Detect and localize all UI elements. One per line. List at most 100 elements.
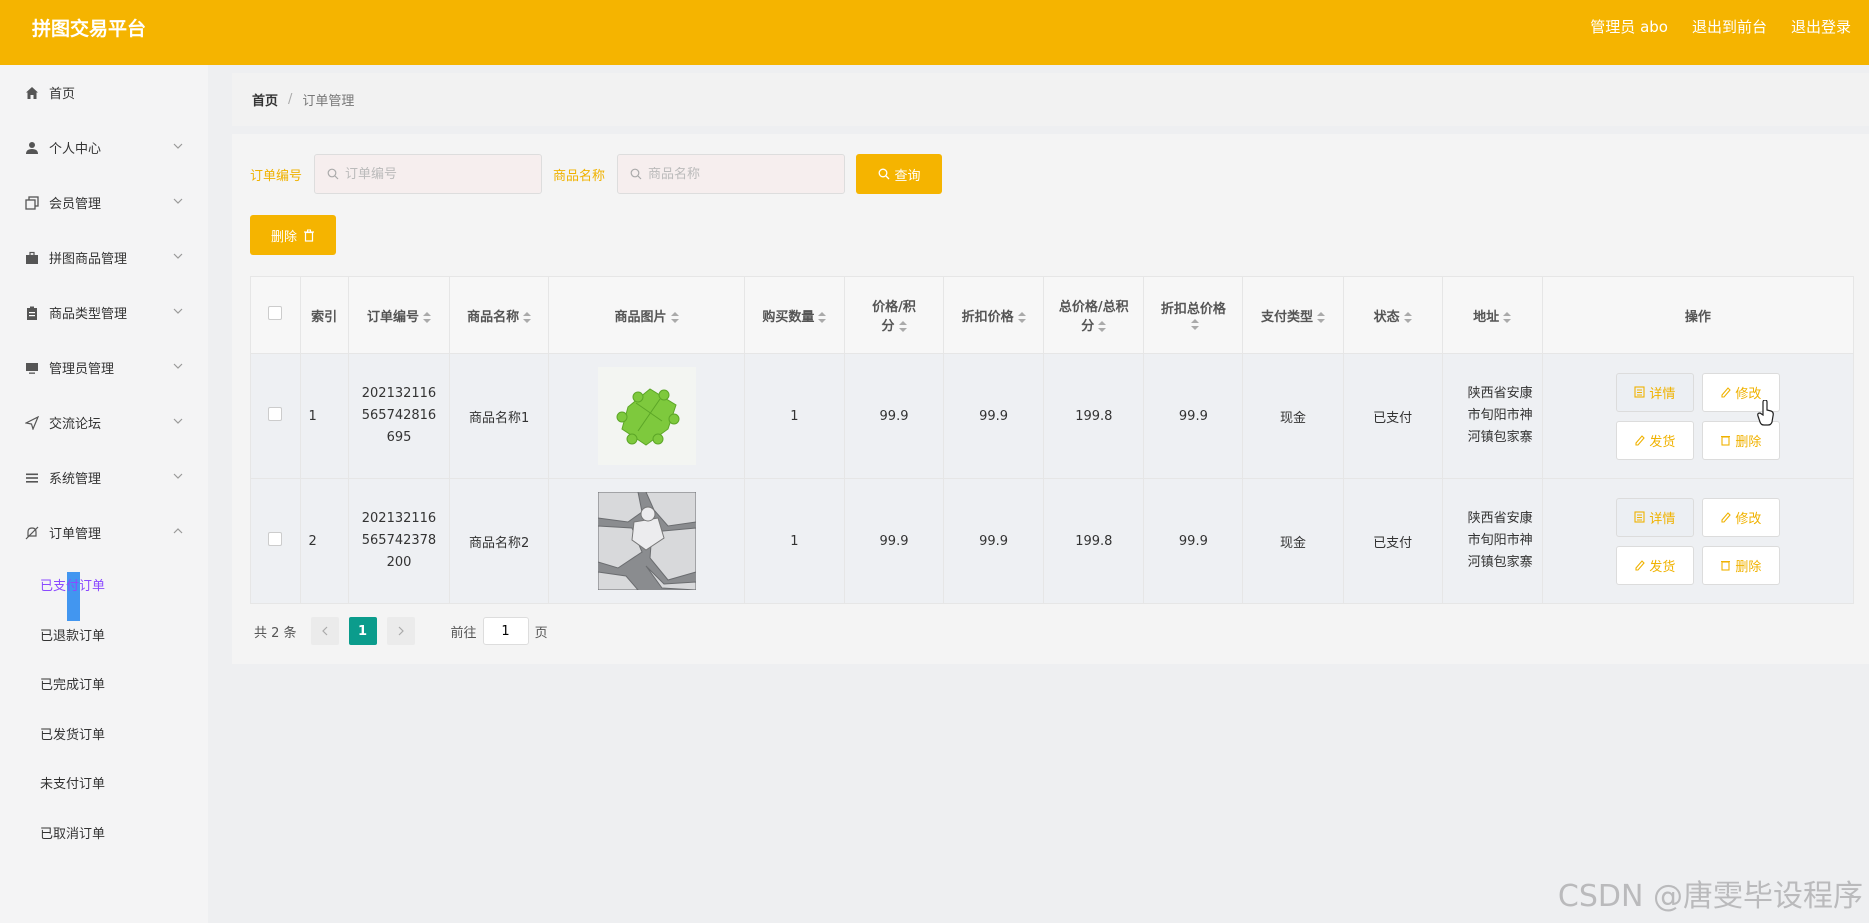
product-name-input[interactable] (648, 166, 829, 182)
copy-icon (24, 195, 40, 211)
chevron-down-icon (173, 143, 183, 149)
send-icon (24, 415, 40, 431)
table-header-row: 索引 订单编号 商品名称 商品图片 购买数量 价格/积分 折扣价格 总价格/总积… (250, 276, 1855, 354)
sidebar-item-label: 订单管理 (49, 527, 102, 542)
sidebar-subitem-cancelled-orders[interactable]: 已取消订单 (0, 808, 208, 858)
header-status[interactable]: 状态 (1342, 276, 1443, 354)
sidebar-item-system[interactable]: 系统管理 (0, 450, 208, 505)
hand-cursor-icon (1757, 400, 1774, 426)
breadcrumb-home[interactable]: 首页 (252, 90, 278, 109)
bell-off-icon (24, 525, 40, 541)
cell-address: 陕西省安康 市旬阳市神 河镇包家寨 (1441, 353, 1543, 479)
select-all-checkbox[interactable] (268, 306, 283, 320)
cell-index: 2 (299, 478, 349, 604)
ship-button[interactable]: 发货 (1615, 545, 1694, 585)
sidebar-subitem-label: 已取消订单 (40, 826, 106, 842)
next-page-button[interactable] (386, 617, 415, 645)
sidebar-item-orders[interactable]: 订单管理 (0, 505, 208, 560)
order-no-field[interactable] (314, 154, 543, 194)
address-line: 陕西省安康 (1467, 386, 1533, 401)
detail-button[interactable]: 详情 (1615, 372, 1694, 412)
header-discount-price-label: 折扣价格 (961, 309, 1014, 325)
sort-icon[interactable] (1098, 321, 1107, 332)
logout-link[interactable]: 退出登录 (1791, 16, 1851, 37)
detail-button[interactable]: 详情 (1615, 497, 1694, 537)
header-product-image[interactable]: 商品图片 (548, 276, 745, 354)
chevron-down-icon (173, 198, 183, 204)
product-name-field[interactable] (617, 154, 846, 194)
pagination-total: 共 2 条 (254, 625, 297, 641)
search-icon (327, 168, 339, 180)
header-order-no[interactable]: 订单编号 (347, 276, 451, 354)
sidebar-item-product-types[interactable]: 商品类型管理 (0, 285, 208, 340)
pagination: 共 2 条 1 前往 页 (254, 617, 548, 645)
sort-icon[interactable] (523, 311, 532, 323)
cell-status: 已支付 (1342, 353, 1443, 479)
header-price[interactable]: 价格/积分 (844, 276, 945, 354)
header-discount-price[interactable]: 折扣价格 (943, 276, 1045, 354)
header-price-label-2: 分 (881, 319, 895, 334)
sort-icon[interactable] (898, 321, 907, 332)
cell-quantity: 1 (743, 353, 846, 479)
monitor-icon (24, 360, 40, 376)
header-discount-total[interactable]: 折扣总价格 (1143, 276, 1244, 354)
header-pay-type[interactable]: 支付类型 (1242, 276, 1344, 354)
header-product-name[interactable]: 商品名称 (449, 276, 550, 354)
batch-delete-label: 删除 (270, 229, 297, 245)
header-total[interactable]: 总价格/总积分 (1043, 276, 1145, 354)
sidebar-item-label: 管理员管理 (49, 362, 115, 377)
order-no-input[interactable] (345, 166, 526, 182)
sidebar-item-personal-center[interactable]: 个人中心 (0, 120, 208, 175)
cell-total: 199.8 (1043, 478, 1145, 604)
sidebar-subitem-label: 已支付订单 (40, 579, 106, 595)
row-select-cell (250, 478, 301, 604)
sidebar-item-home[interactable]: 首页 (0, 65, 208, 120)
edit-button[interactable]: 修改 (1701, 497, 1780, 537)
goto-page-input[interactable] (482, 617, 529, 645)
header-quantity[interactable]: 购买数量 (743, 276, 846, 354)
query-button[interactable]: 查询 (856, 154, 943, 194)
user-icon (24, 140, 40, 156)
goto-page: 前往 页 (451, 617, 548, 645)
cell-price: 99.9 (844, 478, 945, 604)
sidebar-item-puzzle-products[interactable]: 拼图商品管理 (0, 230, 208, 285)
row-checkbox[interactable] (268, 532, 283, 546)
header-quantity-label: 购买数量 (762, 309, 815, 325)
address-line: 市旬阳市神 (1467, 533, 1533, 548)
sidebar-subitem-refunded-orders[interactable]: 已退款订单 (0, 610, 208, 660)
sort-icon[interactable] (1503, 311, 1512, 323)
sort-icon[interactable] (818, 311, 827, 323)
sort-icon[interactable] (1191, 319, 1200, 330)
sort-icon[interactable] (1316, 311, 1325, 323)
sidebar-subitem-completed-orders[interactable]: 已完成订单 (0, 659, 208, 709)
cell-discount-total: 99.9 (1143, 353, 1244, 479)
address-line: 河镇包家寨 (1467, 430, 1533, 445)
order-no-line: 565742378 (361, 533, 437, 548)
prev-page-button[interactable] (310, 617, 339, 645)
ship-button-label: 发货 (1649, 559, 1676, 575)
sort-icon[interactable] (1017, 311, 1026, 323)
header-address[interactable]: 地址 (1441, 276, 1543, 354)
sort-icon[interactable] (670, 311, 679, 323)
sort-icon[interactable] (1403, 311, 1412, 323)
page-button-current[interactable]: 1 (348, 617, 377, 645)
goto-prefix: 前往 (450, 625, 477, 641)
gray-puzzle-image (597, 492, 696, 590)
sidebar-subitem-paid-orders[interactable]: 已支付订单 (0, 560, 208, 621)
delete-button[interactable]: 删除 (1701, 420, 1780, 460)
ship-button[interactable]: 发货 (1615, 420, 1694, 460)
sidebar-item-forum[interactable]: 交流论坛 (0, 395, 208, 450)
cell-pay-type: 现金 (1242, 353, 1344, 479)
delete-button[interactable]: 删除 (1701, 545, 1780, 585)
row-checkbox[interactable] (268, 407, 283, 421)
sort-icon[interactable] (423, 311, 431, 323)
batch-delete-button[interactable]: 删除 (250, 215, 336, 255)
sidebar-subitem-shipped-orders[interactable]: 已发货订单 (0, 709, 208, 759)
chevron-down-icon (173, 253, 183, 259)
sidebar-item-admins[interactable]: 管理员管理 (0, 340, 208, 395)
sidebar-item-members[interactable]: 会员管理 (0, 175, 208, 230)
back-to-front-link[interactable]: 退出到前台 (1692, 16, 1767, 37)
breadcrumb-current: 订单管理 (302, 94, 355, 109)
sidebar-subitem-unpaid-orders[interactable]: 未支付订单 (0, 758, 208, 808)
trash-icon (1721, 561, 1731, 571)
